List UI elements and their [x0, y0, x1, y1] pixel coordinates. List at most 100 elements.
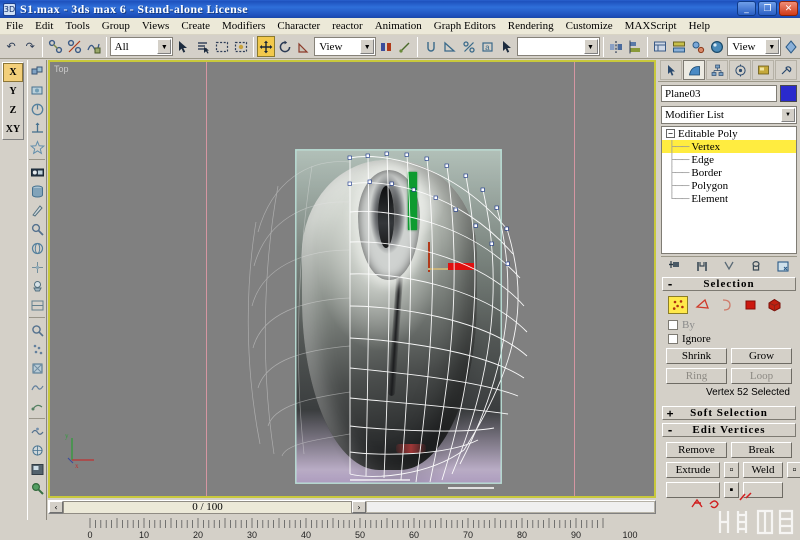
stack-item-edge[interactable]: ├── Edge — [662, 153, 796, 166]
menu-create[interactable]: Create — [175, 19, 216, 33]
align-normals-icon[interactable] — [28, 119, 46, 137]
snap-toggle-icon[interactable] — [421, 36, 440, 57]
object-name-field[interactable]: Plane03 — [661, 85, 777, 102]
place-highlight-icon[interactable] — [28, 138, 46, 156]
menu-character[interactable]: Character — [271, 19, 326, 33]
menu-help[interactable]: Help — [683, 19, 716, 33]
menu-graph-editors[interactable]: Graph Editors — [428, 19, 502, 33]
viewport-canvas[interactable]: Top x y — [50, 62, 654, 496]
curve-editor-icon[interactable] — [669, 36, 688, 57]
edge-sub-object-button[interactable] — [692, 296, 712, 314]
align-icon[interactable] — [625, 36, 644, 57]
rollout-toggle-sign[interactable]: - — [663, 424, 677, 437]
menu-edit[interactable]: Edit — [29, 19, 59, 33]
by-vertex-checkbox-row[interactable]: By — [664, 318, 794, 332]
bind-to-space-warp-icon[interactable] — [84, 36, 103, 57]
axis-constraint-z[interactable]: Z — [3, 101, 23, 120]
break-button[interactable]: Break — [731, 442, 792, 458]
snapshot-icon[interactable] — [28, 81, 46, 99]
close-button[interactable]: ✕ — [779, 1, 798, 16]
named-selection-sets-combo[interactable]: ▼ — [517, 37, 600, 56]
render-scene-icon[interactable] — [28, 182, 46, 200]
loop-button[interactable]: Loop — [731, 368, 792, 384]
menu-tools[interactable]: Tools — [59, 19, 95, 33]
environment-icon[interactable] — [28, 239, 46, 257]
channel-info-icon[interactable] — [28, 422, 46, 440]
select-and-move-icon[interactable] — [256, 36, 275, 57]
menu-rendering[interactable]: Rendering — [502, 19, 560, 33]
undo-icon[interactable]: ↶ — [2, 36, 21, 57]
material-editor-icon[interactable] — [28, 163, 46, 181]
ring-button[interactable]: Ring — [666, 368, 727, 384]
rollout-toggle-sign[interactable]: - — [663, 278, 677, 291]
axis-constraint-x[interactable]: X — [3, 63, 23, 82]
menu-reactor[interactable]: reactor — [326, 19, 369, 33]
quick-render-icon[interactable] — [781, 36, 800, 57]
percent-snap-icon[interactable] — [459, 36, 478, 57]
soft-selection-rollout-header[interactable]: + Soft Selection — [662, 406, 796, 420]
axis-constraint-y[interactable]: Y — [3, 82, 23, 101]
schematic-view-icon[interactable] — [689, 36, 708, 57]
selection-rollout-header[interactable]: - Selection — [662, 277, 796, 291]
asset-browser-icon[interactable] — [28, 321, 46, 339]
object-color-swatch[interactable] — [780, 85, 797, 102]
prev-frame-button[interactable]: ‹ — [49, 501, 63, 513]
menu-modifiers[interactable]: Modifiers — [216, 19, 271, 33]
window-crossing-toggle-icon[interactable] — [231, 36, 250, 57]
select-object-icon[interactable] — [174, 36, 193, 57]
menu-customize[interactable]: Customize — [560, 19, 619, 33]
use-pivot-point-center-icon[interactable] — [377, 36, 396, 57]
advanced-lighting-icon[interactable] — [28, 277, 46, 295]
hierarchy-tab[interactable] — [706, 60, 728, 80]
particle-view-icon[interactable] — [28, 340, 46, 358]
pin-stack-icon[interactable] — [667, 259, 683, 275]
configure-modifier-sets-icon[interactable] — [775, 259, 791, 275]
reference-coordinate-system-combo[interactable]: View ▼ — [314, 37, 377, 56]
show-end-result-icon[interactable] — [694, 259, 710, 275]
viewport-top[interactable]: Top x y — [48, 60, 656, 498]
ignore-backfacing-checkbox-row[interactable]: Ignore — [664, 332, 794, 346]
material-editor-icon[interactable] — [708, 36, 727, 57]
chevron-down-icon[interactable]: ▼ — [583, 39, 598, 54]
restore-button[interactable]: ❐ — [758, 1, 777, 16]
select-by-name-icon[interactable] — [193, 36, 212, 57]
spinner-snap-icon[interactable]: a — [478, 36, 497, 57]
weld-settings-button[interactable]: ▫ — [787, 462, 800, 478]
rectangular-select-region-icon[interactable] — [212, 36, 231, 57]
make-unique-icon[interactable] — [721, 259, 737, 275]
angle-snap-icon[interactable] — [440, 36, 459, 57]
effects-icon[interactable] — [28, 258, 46, 276]
time-slider-bar[interactable]: ‹ 0 / 100 › — [48, 500, 656, 514]
mirror-icon[interactable] — [606, 36, 625, 57]
extrude-button[interactable]: Extrude — [666, 462, 720, 478]
light-lister-icon[interactable] — [28, 479, 46, 497]
chevron-down-icon[interactable]: ▼ — [781, 108, 795, 122]
weld-button[interactable]: Weld — [743, 462, 783, 478]
chevron-down-icon[interactable]: ▼ — [764, 39, 779, 54]
modifier-list-combo[interactable]: Modifier List ▼ — [661, 106, 797, 124]
chamfer-settings-button[interactable]: ▪ — [724, 482, 739, 498]
ignore-backfacing-checkbox[interactable] — [668, 334, 678, 344]
minimize-button[interactable]: _ — [737, 1, 756, 16]
stack-item-border[interactable]: ├── Border — [662, 166, 796, 179]
collapse-toggle-icon[interactable]: − — [666, 129, 675, 138]
extrude-settings-button[interactable]: ▫ — [724, 462, 739, 478]
stack-item-polygon[interactable]: ├── Polygon — [662, 179, 796, 192]
select-and-link-icon[interactable] — [46, 36, 65, 57]
grid-and-snap-icon[interactable] — [28, 441, 46, 459]
border-sub-object-button[interactable] — [716, 296, 736, 314]
chevron-down-icon[interactable]: ▼ — [360, 39, 375, 54]
motion-tab[interactable] — [729, 60, 751, 80]
stack-item-vertex[interactable]: ├── Vertex — [662, 140, 796, 153]
chamfer-button[interactable] — [666, 482, 720, 498]
edit-vertices-rollout-header[interactable]: - Edit Vertices — [662, 423, 796, 437]
render-to-texture-icon[interactable] — [28, 296, 46, 314]
reactor-preview-icon[interactable] — [28, 359, 46, 377]
remove-modifier-icon[interactable] — [748, 259, 764, 275]
render-type-combo[interactable]: View ▼ — [727, 37, 781, 56]
vertex-sub-object-button[interactable] — [668, 296, 688, 314]
select-and-scale-icon[interactable] — [295, 36, 314, 57]
modify-tab[interactable] — [683, 60, 705, 80]
stack-item-element[interactable]: └── Element — [662, 192, 796, 205]
menu-group[interactable]: Group — [96, 19, 136, 33]
